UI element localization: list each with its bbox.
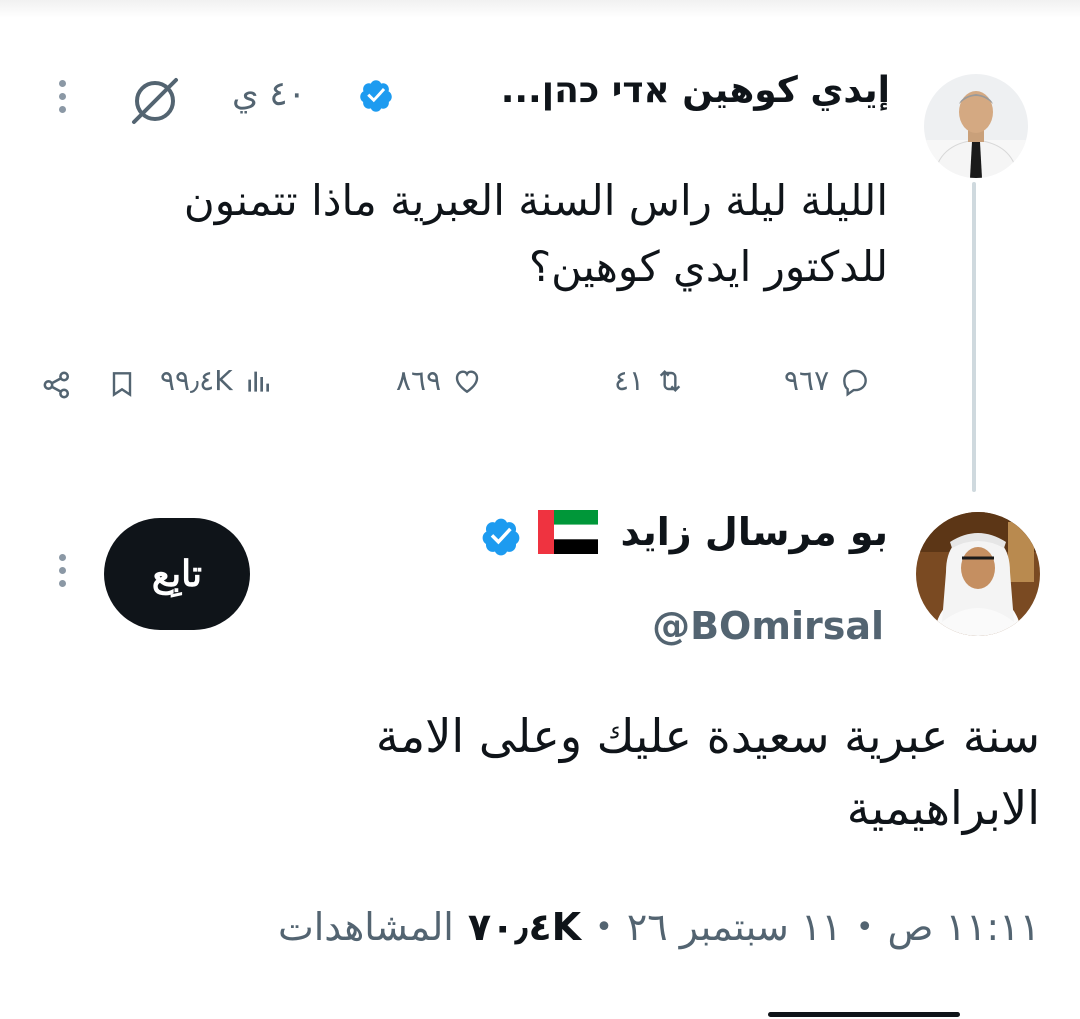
more-icon[interactable] [50, 80, 74, 113]
bookmark-icon[interactable] [106, 368, 138, 400]
tweet2-text-line1: سنة عبرية سعيدة عليك وعلى الامة [375, 709, 1040, 763]
tweet2-handle[interactable]: @BOmirsal [652, 604, 884, 648]
separator-dot: • [595, 909, 613, 945]
tweet2-text: سنة عبرية سعيدة عليك وعلى الامة الابراهي… [40, 700, 1040, 844]
grok-icon[interactable] [128, 74, 182, 128]
tweet2-meta: ١١:١١ ص • ١١ سبتمبر ٢٦ • ٧٠٫٤K المشاهدات [278, 905, 1040, 949]
repost-icon [659, 369, 681, 392]
views-count: ٩٩٫٤K [160, 364, 233, 397]
like-action[interactable]: ٨٦٩ [396, 364, 483, 397]
tweet2-author-name[interactable]: بو مرسال زايد [621, 510, 888, 554]
tweet1-author-name[interactable]: إيدي كوهين אדי כהן... [501, 70, 890, 111]
home-indicator [768, 1012, 960, 1017]
repost-action[interactable]: ٤١ [614, 364, 686, 397]
reply-action[interactable]: ٩٦٧ [784, 364, 871, 397]
verified-badge-icon [360, 80, 392, 112]
avatar-bo-mirsal[interactable] [916, 512, 1040, 636]
thread-line [972, 182, 976, 492]
tweet2-text-line2: الابراهيمية [846, 781, 1040, 835]
top-shade [0, 0, 1080, 18]
separator-dot: • [855, 909, 874, 945]
uae-flag-icon [538, 510, 598, 554]
reply-icon [843, 369, 867, 397]
tweet2-date[interactable]: ١١ سبتمبر ٢٦ [627, 905, 842, 949]
like-icon [455, 369, 479, 393]
tweet1-text-line1: الليلة ليلة راس السنة العبرية ماذا تتمنو… [183, 176, 888, 225]
tweet1-text-line2: للدكتور ايدي كوهين؟ [528, 242, 888, 291]
follow-button[interactable]: تابِع [104, 518, 250, 630]
tweet2-views-label: المشاهدات [277, 905, 454, 949]
reply-count: ٩٦٧ [784, 364, 830, 397]
views-action[interactable]: ٩٩٫٤K [160, 364, 275, 397]
tweet2-time[interactable]: ١١:١١ ص [888, 905, 1040, 949]
avatar-eddy-cohen[interactable] [924, 74, 1028, 178]
tweet1-text: الليلة ليلة راس السنة العبرية ماذا تتمنو… [108, 168, 888, 300]
verified-badge-icon [482, 518, 520, 556]
more-icon[interactable] [50, 554, 74, 587]
like-count: ٨٦٩ [396, 364, 442, 397]
tweet2-views-count[interactable]: ٧٠٫٤K [468, 905, 581, 949]
views-icon [247, 371, 269, 392]
share-icon[interactable] [40, 368, 74, 402]
repost-count: ٤١ [614, 364, 645, 397]
tweet1-time[interactable]: ٤٠ ي [232, 74, 306, 114]
